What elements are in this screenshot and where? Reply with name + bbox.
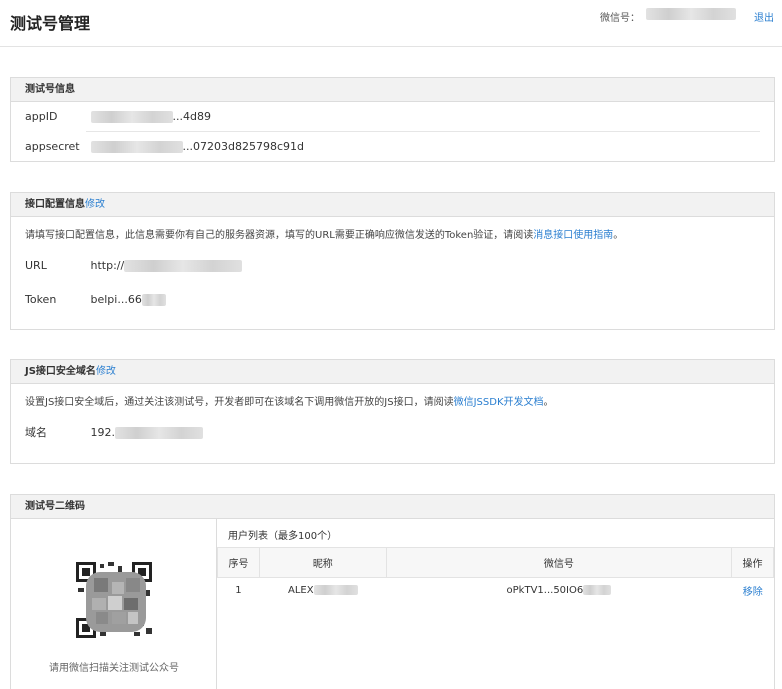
wechat-id-masked: [646, 8, 736, 20]
wechat-id-label: 微信号：: [600, 13, 640, 24]
token-value: belpi...66: [90, 293, 142, 306]
logout-link[interactable]: 退出: [754, 9, 774, 24]
appid-row: appID ...4d89: [11, 102, 774, 132]
user-table-header: 序号 昵称 微信号 操作: [217, 547, 774, 578]
row-action-cell: 移除: [731, 577, 774, 604]
row-index: 1: [217, 577, 260, 604]
appsecret-value: ...07203d825798c91d: [182, 140, 304, 153]
js-domain-edit-link[interactable]: 修改: [96, 366, 116, 377]
js-desc-suffix: 。: [543, 397, 554, 408]
js-domain-title: JS接口安全域名: [25, 366, 96, 377]
api-desc-suffix: 。: [613, 230, 624, 241]
api-config-panel: 接口配置信息修改 请填写接口配置信息，此信息需要你有自己的服务器资源，填写的UR…: [10, 192, 775, 330]
row-wechat-id: oPkTV1...50IO6: [506, 585, 584, 597]
url-mask: [124, 260, 243, 272]
api-desc-text: 请填写接口配置信息，此信息需要你有自己的服务器资源，填写的URL需要正确响应微信…: [25, 230, 534, 241]
url-value: http://: [90, 259, 125, 272]
nickname-mask: [313, 585, 358, 596]
url-row: URL http://: [11, 251, 774, 281]
page-header: 测试号管理 微信号： 退出: [0, 0, 782, 47]
js-domain-panel: JS接口安全域名修改 设置JS接口安全域后，通过关注该测试号，开发者即可在该域名…: [10, 359, 775, 464]
appid-label: appID: [25, 110, 58, 123]
domain-label: 域名: [25, 426, 47, 439]
url-label: URL: [25, 259, 47, 272]
api-config-header: 接口配置信息修改: [11, 193, 774, 217]
domain-value: 192.: [90, 426, 116, 439]
appid-value: ...4d89: [172, 110, 211, 123]
message-api-guide-link[interactable]: 消息接口使用指南: [533, 230, 613, 241]
js-desc-text: 设置JS接口安全域后，通过关注该测试号，开发者即可在该域名下调用微信开放的JS接…: [25, 397, 454, 408]
js-domain-header: JS接口安全域名修改: [11, 360, 774, 384]
wechat-id-mask: [583, 585, 612, 596]
qr-panel-title: 测试号二维码: [11, 495, 774, 519]
domain-row: 域名 192.: [11, 418, 774, 448]
user-table: 序号 昵称 微信号 操作 1 ALEX oPkTV1...50IO6 移除: [217, 547, 774, 604]
row-nickname: ALEX: [288, 585, 314, 597]
appid-mask: [90, 111, 173, 123]
col-nickname: 昵称: [258, 547, 387, 578]
remove-user-link[interactable]: 移除: [743, 587, 763, 598]
domain-mask: [115, 427, 203, 439]
page-title: 测试号管理: [10, 14, 91, 33]
api-config-title: 接口配置信息: [25, 199, 85, 210]
qr-caption: 请用微信扫描关注测试公众号: [49, 663, 179, 674]
qr-code-image: [74, 560, 154, 640]
col-wechat-id: 微信号: [385, 547, 733, 578]
token-mask: [141, 294, 166, 306]
js-domain-description: 设置JS接口安全域后，通过关注该测试号，开发者即可在该域名下调用微信开放的JS接…: [11, 384, 774, 410]
test-info-title: 测试号信息: [11, 78, 774, 102]
row-nickname-cell: ALEX: [258, 577, 387, 604]
user-list-title: 用户列表（最多100个）: [228, 531, 338, 542]
row-wechat-id-cell: oPkTV1...50IO6: [385, 577, 732, 604]
jssdk-doc-link[interactable]: 微信JSSDK开发文档: [454, 397, 544, 408]
api-config-description: 请填写接口配置信息，此信息需要你有自己的服务器资源，填写的URL需要正确响应微信…: [11, 217, 774, 243]
table-row: 1 ALEX oPkTV1...50IO6 移除: [217, 577, 774, 604]
qr-panel: 测试号二维码 请用微信扫描关注测试公众号 用户列表（最多100个） 序号 昵称 …: [10, 494, 775, 689]
api-config-edit-link[interactable]: 修改: [85, 199, 105, 210]
user-list-section: 用户列表（最多100个） 序号 昵称 微信号 操作 1 ALEX oPkTV1.…: [217, 519, 774, 604]
appsecret-label: appsecret: [25, 140, 80, 153]
qr-section: 请用微信扫描关注测试公众号: [11, 519, 217, 689]
appsecret-mask: [90, 141, 183, 153]
token-row: Token belpi...66: [11, 285, 774, 315]
col-index: 序号: [217, 547, 260, 578]
col-action: 操作: [731, 547, 774, 578]
test-info-panel: 测试号信息 appID ...4d89 appsecret ...07203d8…: [10, 77, 775, 162]
token-label: Token: [25, 293, 57, 306]
appsecret-row: appsecret ...07203d825798c91d: [11, 132, 774, 162]
